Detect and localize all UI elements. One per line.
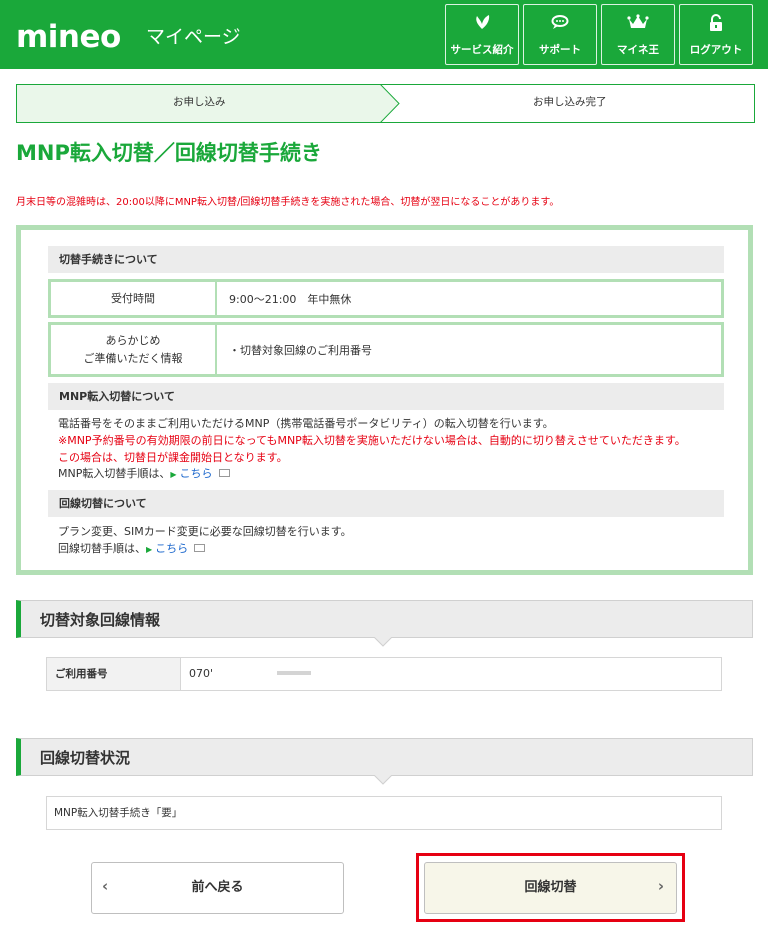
section-switch-procedure: 切替手続きについて: [48, 246, 724, 273]
hours-row: 受付時間 9:00〜21:00 年中無休: [48, 279, 724, 318]
panel-notch-icon: [374, 775, 392, 785]
step-apply-label: お申し込み: [173, 96, 226, 108]
info-box: 切替手続きについて 受付時間 9:00〜21:00 年中無休 あらかじめご準備い…: [16, 225, 753, 575]
progress-steps: お申し込み お申し込み完了: [16, 84, 755, 123]
prep-label: あらかじめご準備いただく情報: [51, 325, 217, 374]
back-button[interactable]: ‹ 前へ戻る: [91, 862, 344, 914]
mnp-warning-line2: この場合は、切替日が課金開始日となります。: [58, 451, 288, 464]
leaf-icon: [446, 14, 518, 34]
page-title: MNP転入切替／回線切替手続き: [16, 141, 322, 165]
line-switch-description: プラン変更、SIMカード変更に必要な回線切替を行います。: [58, 525, 352, 538]
hours-label: 受付時間: [51, 282, 217, 315]
chat-icon: [524, 14, 596, 34]
line-switch-procedure-line: 回線切替手順は、▶ こちら: [58, 542, 206, 555]
nav-mineo-king-label: マイネ王: [617, 44, 659, 56]
masked-number: [277, 671, 311, 675]
target-line-heading: 切替対象回線情報: [16, 600, 753, 638]
mnp-warning-line1: ※MNP予約番号の有効期限の前日になってもMNP転入切替を実施いただけない場合は…: [58, 434, 686, 447]
arrow-right-icon: ▶: [170, 470, 177, 479]
section-mnp: MNP転入切替について: [48, 383, 724, 410]
line-switch-button-label: 回線切替: [524, 880, 577, 895]
notice-text: 月末日等の混雑時は、20:00以降にMNP転入切替/回線切替手続きを実施された場…: [16, 197, 560, 208]
line-number-label: ご利用番号: [47, 658, 181, 690]
nav-support-button[interactable]: サポート: [523, 4, 597, 65]
nav-support-label: サポート: [539, 44, 581, 56]
step-complete-label: お申し込み完了: [533, 96, 607, 108]
hours-value: 9:00〜21:00 年中無休: [229, 292, 352, 306]
nav-service-label: サービス紹介: [450, 44, 514, 56]
mypage-title: マイページ: [146, 26, 241, 48]
prep-label-line1: あらかじめ: [105, 333, 161, 347]
panel-notch-icon: [374, 637, 392, 647]
nav-service-button[interactable]: サービス紹介: [445, 4, 519, 65]
nav-mineo-king-button[interactable]: マイネ王: [601, 4, 675, 65]
switch-status-field: MNP転入切替手続き「要」: [46, 796, 722, 830]
nav-logout-button[interactable]: ログアウト: [679, 4, 753, 65]
mnp-procedure-link[interactable]: こちら: [180, 467, 213, 480]
unlock-icon: [680, 14, 752, 36]
prep-label-line2: ご準備いただく情報: [83, 351, 183, 365]
mnp-description: 電話番号をそのままご利用いただけるMNP（携帯電話番号ポータビリティ）の転入切替…: [58, 417, 554, 430]
prep-value: ・切替対象回線のご利用番号: [229, 343, 372, 357]
line-procedure-prefix: 回線切替手順は、: [58, 542, 146, 555]
back-button-label: 前へ戻る: [191, 880, 244, 895]
mineo-logo[interactable]: mineo: [16, 22, 121, 53]
mnp-procedure-line: MNP転入切替手順は、▶ こちら: [58, 468, 230, 479]
crown-icon: [602, 14, 674, 34]
line-number-value: 070': [189, 667, 214, 680]
section-line-switch: 回線切替について: [48, 490, 724, 517]
external-window-icon: [194, 544, 206, 552]
prep-info-row: あらかじめご準備いただく情報 ・切替対象回線のご利用番号: [48, 322, 724, 377]
external-window-icon: [218, 469, 230, 477]
switch-status-heading: 回線切替状況: [16, 738, 753, 776]
nav-logout-label: ログアウト: [689, 44, 743, 56]
mnp-procedure-prefix: MNP転入切替手順は、: [58, 467, 171, 480]
line-switch-button[interactable]: 回線切替 ›: [424, 862, 677, 914]
chevron-right-icon: ›: [657, 877, 664, 895]
header: mineo マイページ サービス紹介 サポート マイネ王 ログアウト: [0, 0, 768, 69]
switch-status-value: MNP転入切替手続き「要」: [54, 807, 183, 819]
line-procedure-link[interactable]: こちら: [155, 542, 188, 555]
line-number-field: ご利用番号 070': [46, 657, 722, 691]
arrow-right-icon: ▶: [146, 545, 153, 554]
step-arrow-icon: [367, 85, 400, 122]
